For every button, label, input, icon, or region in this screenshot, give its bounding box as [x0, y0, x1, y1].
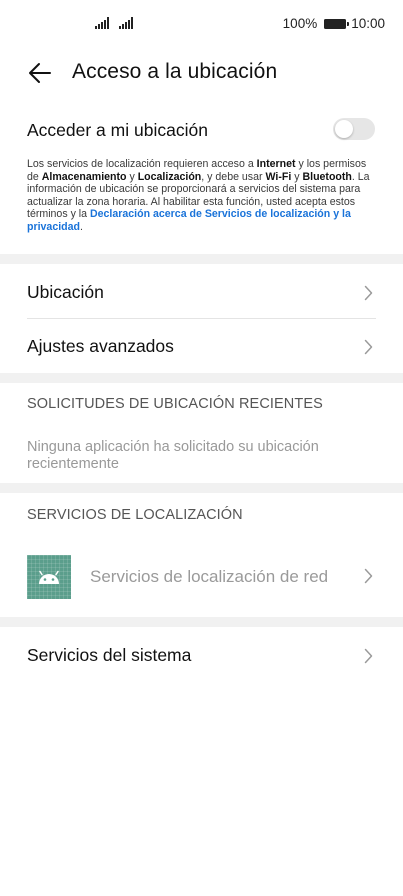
desc-bold-bluetooth: Bluetooth — [302, 170, 352, 183]
network-location-service-label: Servicios de localización de red — [90, 567, 329, 586]
network-location-service-item[interactable]: Servicios de localización de red — [0, 546, 403, 606]
desc-text: y — [291, 170, 303, 183]
desc-bold-internet: Internet — [256, 158, 296, 170]
menu-item-system-services[interactable]: Servicios del sistema — [0, 628, 403, 682]
status-right: 100% 10:00 — [283, 16, 385, 31]
signal-sim1-icon — [95, 17, 109, 29]
location-access-row: Acceder a mi ubicación — [0, 110, 403, 150]
menu-item-label: Servicios del sistema — [27, 645, 192, 665]
menu-item-location[interactable]: Ubicación — [0, 265, 403, 319]
clock: 10:00 — [351, 16, 385, 31]
section-divider — [0, 483, 403, 493]
app-bar: Acceso a la ubicación — [0, 50, 403, 96]
location-access-toggle[interactable] — [333, 118, 375, 140]
menu-item-label: Ubicación — [27, 282, 104, 302]
location-access-label: Acceder a mi ubicación — [27, 120, 208, 140]
menu-item-label: Ajustes avanzados — [27, 336, 174, 356]
android-icon — [27, 555, 71, 599]
recent-requests-header: SOLICITUDES DE UBICACIÓN RECIENTES — [27, 396, 323, 412]
section-divider — [0, 254, 403, 264]
desc-bold-wifi: Wi-Fi — [265, 170, 292, 183]
toggle-knob — [335, 120, 353, 138]
page-title: Acceso a la ubicación — [72, 60, 278, 83]
battery-percent: 100% — [282, 16, 318, 31]
location-services-header: SERVICIOS DE LOCALIZACIÓN — [27, 507, 243, 523]
location-description: Los servicios de localización requieren … — [27, 158, 377, 234]
desc-text: , y debe usar — [201, 170, 266, 183]
status-bar: 100% 10:00 — [0, 0, 403, 48]
desc-text: y — [126, 170, 138, 183]
desc-text: Los servicios de localización requieren … — [27, 158, 257, 170]
back-arrow-icon[interactable] — [26, 60, 54, 86]
recent-requests-empty-message: Ninguna aplicación ha solicitado su ubic… — [27, 439, 319, 472]
chevron-right-icon — [364, 648, 373, 664]
chevron-right-icon — [364, 285, 373, 301]
desc-bold-storage: Almacenamiento — [41, 170, 127, 183]
chevron-right-icon — [364, 339, 373, 355]
section-divider — [0, 373, 403, 383]
signal-sim2-icon — [119, 17, 133, 29]
section-divider — [0, 617, 403, 627]
chevron-right-icon — [364, 568, 373, 584]
menu-item-advanced-settings[interactable]: Ajustes avanzados — [0, 319, 403, 373]
desc-text: . — [80, 220, 83, 233]
battery-icon — [324, 18, 350, 29]
desc-bold-location: Localización — [137, 170, 202, 183]
